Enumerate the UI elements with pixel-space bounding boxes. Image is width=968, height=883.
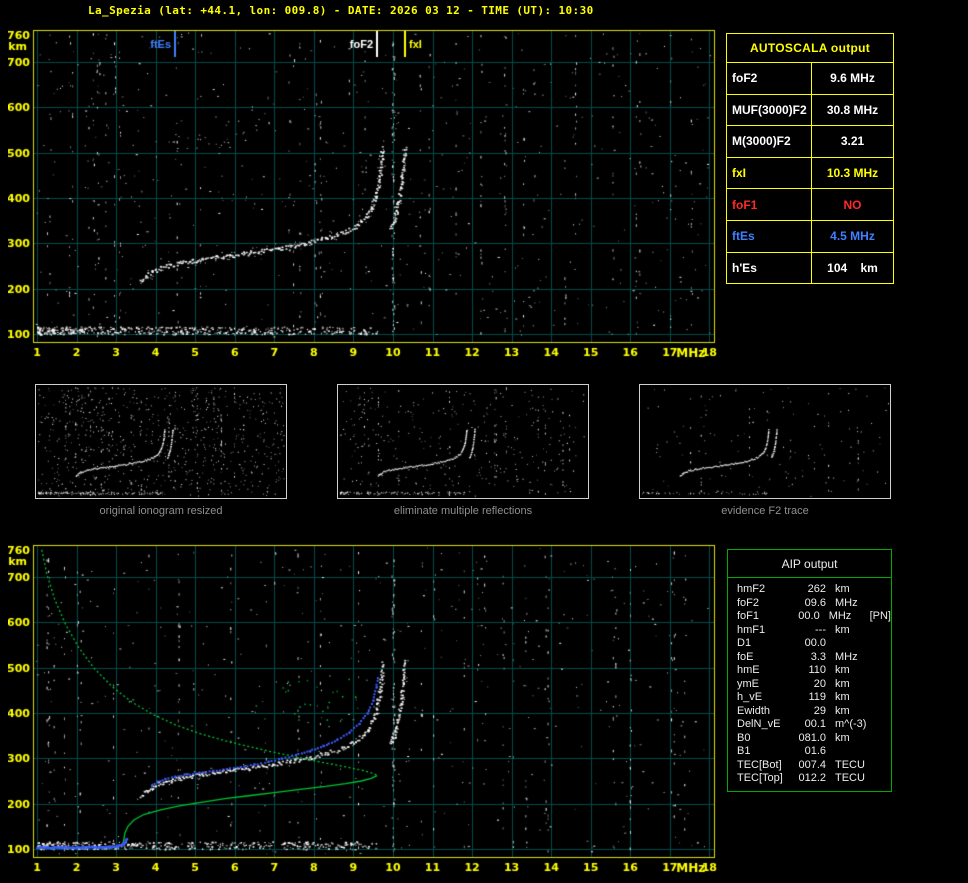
- autoscala-output-panel: AUTOSCALA output foF29.6 MHzMUF(3000)F23…: [726, 33, 894, 284]
- aip-row-tectop: TEC[Top]012.2TECU: [737, 772, 891, 786]
- param-value: NO: [812, 189, 893, 220]
- aip-unit: km: [826, 691, 879, 705]
- aip-unit: MHz: [820, 610, 870, 624]
- autoscala-row-m3000f2: M(3000)F23.21: [727, 126, 893, 158]
- aip-row-d1: D100.0: [737, 637, 891, 651]
- param-label: MUF(3000)F2: [727, 95, 812, 126]
- aip-label: foF2: [737, 597, 794, 611]
- aip-row-delnve: DelN_vE00.1m^(-3): [737, 718, 891, 732]
- aip-row-ewidth: Ewidth29km: [737, 705, 891, 719]
- autoscala-row-hes: h'Es104 km: [727, 253, 893, 284]
- aip-value: 01.6: [794, 745, 826, 759]
- aip-label: hmE: [737, 664, 794, 678]
- autoscala-row-muf3000f2: MUF(3000)F230.8 MHz: [727, 95, 893, 127]
- aip-value: 119: [794, 691, 826, 705]
- aip-label: B1: [737, 745, 794, 759]
- aip-panel-title: AIP output: [728, 550, 891, 578]
- aip-row-hme: hmE110km: [737, 664, 891, 678]
- aip-unit: km: [826, 624, 879, 638]
- aip-row-b0: B0081.0km: [737, 732, 891, 746]
- aip-row-hmf2: hmF2262km: [737, 583, 891, 597]
- aip-unit: km: [826, 664, 879, 678]
- thumbnail-evidence-f2-trace: [639, 384, 891, 499]
- aip-label: foF1: [737, 610, 790, 624]
- aip-label: hmF2: [737, 583, 794, 597]
- aip-label: Ewidth: [737, 705, 794, 719]
- autoscala-rows: foF29.6 MHzMUF(3000)F230.8 MHzM(3000)F23…: [727, 63, 893, 283]
- aip-value: 3.3: [794, 651, 826, 665]
- aip-label: DelN_vE: [737, 718, 794, 732]
- aip-unit: m^(-3): [826, 718, 879, 732]
- ionogram-plot-bottom: [8, 543, 720, 879]
- aip-value: 007.4: [794, 759, 826, 773]
- aip-value: 110: [794, 664, 826, 678]
- aip-row-fof1: foF100.0MHz[PN]: [737, 610, 891, 624]
- autoscala-row-ftes: ftEs4.5 MHz: [727, 221, 893, 253]
- aip-value: 09.6: [794, 597, 826, 611]
- param-label: fxI: [727, 158, 812, 189]
- param-value: 3.21: [812, 126, 893, 157]
- aip-rows: hmF2262kmfoF209.6MHzfoF100.0MHz[PN]hmF1-…: [728, 578, 891, 786]
- aip-value: 262: [794, 583, 826, 597]
- aip-row-tecbot: TEC[Bot]007.4TECU: [737, 759, 891, 773]
- aip-unit: km: [826, 732, 879, 746]
- aip-label: hmF1: [737, 624, 794, 638]
- aip-output-panel: AIP output hmF2262kmfoF209.6MHzfoF100.0M…: [727, 549, 892, 792]
- aip-value: ---: [794, 624, 826, 638]
- aip-unit: km: [826, 583, 879, 597]
- aip-unit: [826, 745, 879, 759]
- aip-value: 00.1: [794, 718, 826, 732]
- aip-label: foE: [737, 651, 794, 665]
- aip-label: B0: [737, 732, 794, 746]
- aip-row-yme: ymE20km: [737, 678, 891, 692]
- param-value: 9.6 MHz: [812, 63, 893, 94]
- aip-label: D1: [737, 637, 794, 651]
- aip-unit: TECU: [826, 772, 879, 786]
- thumbnail-caption-original: original ionogram resized: [35, 505, 287, 517]
- aip-unit: TECU: [826, 759, 879, 773]
- aip-label: TEC[Bot]: [737, 759, 794, 773]
- aip-unit: km: [826, 678, 879, 692]
- autoscala-row-fof2: foF29.6 MHz: [727, 63, 893, 95]
- aip-row-b1: B101.6: [737, 745, 891, 759]
- param-label: M(3000)F2: [727, 126, 812, 157]
- param-label: ftEs: [727, 221, 812, 252]
- aip-unit: [826, 637, 879, 651]
- thumbnail-caption-eliminate: eliminate multiple reflections: [337, 505, 589, 517]
- aip-unit: MHz: [826, 597, 879, 611]
- param-label: h'Es: [727, 253, 812, 284]
- thumbnail-original-ionogram: [35, 384, 287, 499]
- param-label: foF1: [727, 189, 812, 220]
- param-value: 10.3 MHz: [812, 158, 893, 189]
- autoscala-row-fof1: foF1NO: [727, 189, 893, 221]
- aip-value: 20: [794, 678, 826, 692]
- aip-value: 00.0: [790, 610, 820, 624]
- aip-extra: [PN]: [870, 610, 891, 624]
- param-value: 104 km: [812, 253, 893, 284]
- aip-label: TEC[Top]: [737, 772, 794, 786]
- aip-row-hve: h_vE119km: [737, 691, 891, 705]
- aip-unit: MHz: [826, 651, 879, 665]
- aip-row-hmf1: hmF1---km: [737, 624, 891, 638]
- aip-row-foe: foE3.3MHz: [737, 651, 891, 665]
- autoscala-row-fxi: fxI10.3 MHz: [727, 158, 893, 190]
- aip-row-fof2: foF209.6MHz: [737, 597, 891, 611]
- ionogram-plot-top: [8, 28, 720, 364]
- aip-unit: km: [826, 705, 879, 719]
- aip-value: 012.2: [794, 772, 826, 786]
- thumbnail-caption-evidence: evidence F2 trace: [639, 505, 891, 517]
- param-value: 4.5 MHz: [812, 221, 893, 252]
- param-label: foF2: [727, 63, 812, 94]
- autoscala-panel-title: AUTOSCALA output: [727, 34, 893, 63]
- thumbnail-eliminate-reflections: [337, 384, 589, 499]
- aip-label: h_vE: [737, 691, 794, 705]
- param-value: 30.8 MHz: [812, 95, 893, 126]
- aip-value: 29: [794, 705, 826, 719]
- aip-label: ymE: [737, 678, 794, 692]
- window-title: La_Spezia (lat: +44.1, lon: 009.8) - DAT…: [88, 4, 594, 17]
- aip-value: 081.0: [794, 732, 826, 746]
- aip-value: 00.0: [794, 637, 826, 651]
